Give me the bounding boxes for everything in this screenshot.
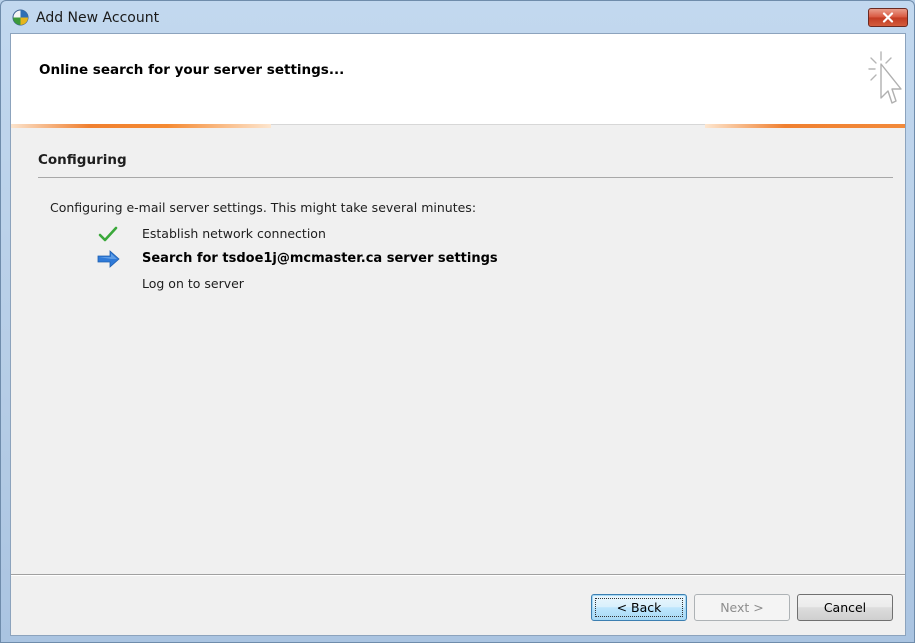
progress-description: Configuring e-mail server settings. This… <box>50 200 477 215</box>
title-bar[interactable]: Add New Account <box>1 1 914 33</box>
step-label: Establish network connection <box>142 226 326 241</box>
add-new-account-window: Add New Account Online search for your s… <box>0 0 915 643</box>
section-title: Configuring <box>38 152 127 168</box>
step-label: Log on to server <box>142 276 244 291</box>
back-button[interactable]: < Back <box>591 594 687 621</box>
next-button[interactable]: Next > <box>694 594 790 621</box>
step-log-on: Log on to server <box>97 274 797 294</box>
outlook-app-icon <box>12 9 29 26</box>
cancel-button[interactable]: Cancel <box>797 594 893 621</box>
check-icon <box>97 224 121 244</box>
arrow-right-icon <box>97 249 121 269</box>
wizard-header: Online search for your server settings..… <box>11 34 905 124</box>
step-search-server-settings: Search for tsdoe1j@mcmaster.ca server se… <box>97 249 797 269</box>
header-accent-bar <box>11 124 905 128</box>
dialog-client-area: Online search for your server settings..… <box>10 33 906 636</box>
step-label: Search for tsdoe1j@mcmaster.ca server se… <box>142 251 498 266</box>
window-title: Add New Account <box>36 10 160 26</box>
step-establish-connection: Establish network connection <box>97 224 797 244</box>
close-button[interactable] <box>868 8 908 27</box>
close-icon <box>882 12 894 23</box>
section-divider <box>38 177 893 178</box>
header-title: Online search for your server settings..… <box>39 62 345 78</box>
search-cursor-icon <box>868 51 902 104</box>
